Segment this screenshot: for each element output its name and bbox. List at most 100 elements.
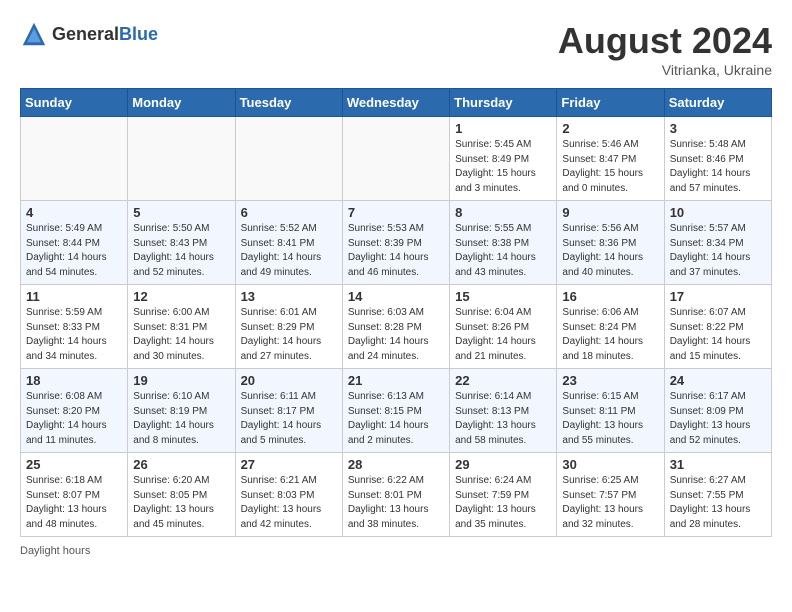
col-thursday: Thursday <box>450 89 557 117</box>
day-info: Sunrise: 6:25 AMSunset: 7:57 PMDaylight:… <box>562 474 658 532</box>
calendar-cell: 29 Sunrise: 6:24 AMSunset: 7:59 PMDayligh… <box>450 453 557 537</box>
calendar-cell: 27Sunrise: 6:21 AMSunset: 8:03 PMDayligh… <box>235 453 342 537</box>
day-number: 28 <box>348 457 444 472</box>
day-info: Sunrise: 6:06 AMSunset: 8:24 PMDaylight:… <box>562 306 658 364</box>
calendar-cell: 17 Sunrise: 6:07 AMSunset: 8:22 PMDayligh… <box>664 285 771 369</box>
day-info: Sunrise: 5:50 AMSunset: 8:43 PMDaylight:… <box>133 222 229 280</box>
calendar-cell: 25Sunrise: 6:18 AMSunset: 8:07 PMDayligh… <box>21 453 128 537</box>
day-info: Sunrise: 6:18 AMSunset: 8:07 PMDaylight:… <box>26 474 122 532</box>
day-number: 29 <box>455 457 551 472</box>
week-row-2: 4Sunrise: 5:49 AMSunset: 8:44 PMDaylight… <box>21 201 772 285</box>
calendar-cell: 18 Sunrise: 6:08 AMSunset: 8:20 PMDayligh… <box>21 369 128 453</box>
calendar-cell: 24Sunrise: 6:17 AMSunset: 8:09 PMDayligh… <box>664 369 771 453</box>
day-info: Sunrise: 6:15 AMSunset: 8:11 PMDaylight:… <box>562 390 658 448</box>
day-info: Sunrise: 5:46 AMSunset: 8:47 PMDaylight:… <box>562 138 658 196</box>
day-info: Sunrise: 6:13 AMSunset: 8:15 PMDaylight:… <box>348 390 444 448</box>
day-info: Sunrise: 5:45 AMSunset: 8:49 PMDaylight:… <box>455 138 551 196</box>
day-number: 22 <box>455 373 551 388</box>
day-number: 10 <box>670 205 766 220</box>
day-info: Sunrise: 5:59 AMSunset: 8:33 PMDaylight:… <box>26 306 122 364</box>
calendar-cell: 10 Sunrise: 5:57 AMSunset: 8:34 PMDayligh… <box>664 201 771 285</box>
calendar-cell: 26 Sunrise: 6:20 AMSunset: 8:05 PMDayligh… <box>128 453 235 537</box>
calendar-cell: 6Sunrise: 5:52 AMSunset: 8:41 PMDaylight… <box>235 201 342 285</box>
day-info: Sunrise: 6:22 AMSunset: 8:01 PMDaylight:… <box>348 474 444 532</box>
col-sunday: Sunday <box>21 89 128 117</box>
col-friday: Friday <box>557 89 664 117</box>
day-info: Sunrise: 6:24 AMSunset: 7:59 PMDaylight:… <box>455 474 551 532</box>
day-number: 19 <box>133 373 229 388</box>
day-info: Sunrise: 6:00 AMSunset: 8:31 PMDaylight:… <box>133 306 229 364</box>
day-number: 20 <box>241 373 337 388</box>
col-monday: Monday <box>128 89 235 117</box>
calendar-cell: 4Sunrise: 5:49 AMSunset: 8:44 PMDaylight… <box>21 201 128 285</box>
col-wednesday: Wednesday <box>342 89 449 117</box>
calendar-cell: 9Sunrise: 5:56 AMSunset: 8:36 PMDaylight… <box>557 201 664 285</box>
day-number: 11 <box>26 289 122 304</box>
calendar-cell: 20 Sunrise: 6:11 AMSunset: 8:17 PMDayligh… <box>235 369 342 453</box>
day-info: Sunrise: 6:11 AMSunset: 8:17 PMDaylight:… <box>241 390 337 448</box>
day-number: 31 <box>670 457 766 472</box>
logo-icon <box>20 20 48 48</box>
logo-text-blue: Blue <box>119 24 158 44</box>
calendar-cell: 2 Sunrise: 5:46 AMSunset: 8:47 PMDaylight… <box>557 117 664 201</box>
calendar-cell: 5Sunrise: 5:50 AMSunset: 8:43 PMDaylight… <box>128 201 235 285</box>
day-number: 14 <box>348 289 444 304</box>
week-row-5: 25Sunrise: 6:18 AMSunset: 8:07 PMDayligh… <box>21 453 772 537</box>
day-info: Sunrise: 6:20 AMSunset: 8:05 PMDaylight:… <box>133 474 229 532</box>
calendar-cell: 8 Sunrise: 5:55 AMSunset: 8:38 PMDaylight… <box>450 201 557 285</box>
day-info: Sunrise: 5:55 AMSunset: 8:38 PMDaylight:… <box>455 222 551 280</box>
day-number: 15 <box>455 289 551 304</box>
day-info: Sunrise: 6:10 AMSunset: 8:19 PMDaylight:… <box>133 390 229 448</box>
day-number: 26 <box>133 457 229 472</box>
day-info: Sunrise: 6:01 AMSunset: 8:29 PMDaylight:… <box>241 306 337 364</box>
day-number: 12 <box>133 289 229 304</box>
calendar-cell: 16Sunrise: 6:06 AMSunset: 8:24 PMDayligh… <box>557 285 664 369</box>
calendar-cell: 21Sunrise: 6:13 AMSunset: 8:15 PMDayligh… <box>342 369 449 453</box>
day-info: Sunrise: 5:53 AMSunset: 8:39 PMDaylight:… <box>348 222 444 280</box>
day-info: Sunrise: 5:48 AMSunset: 8:46 PMDaylight:… <box>670 138 766 196</box>
day-number: 8 <box>455 205 551 220</box>
day-number: 18 <box>26 373 122 388</box>
day-info: Sunrise: 5:57 AMSunset: 8:34 PMDaylight:… <box>670 222 766 280</box>
calendar-cell: 14 Sunrise: 6:03 AMSunset: 8:28 PMDayligh… <box>342 285 449 369</box>
week-row-3: 11 Sunrise: 5:59 AMSunset: 8:33 PMDayligh… <box>21 285 772 369</box>
calendar-cell: 3 Sunrise: 5:48 AMSunset: 8:46 PMDaylight… <box>664 117 771 201</box>
location-subtitle: Vitrianka, Ukraine <box>558 62 772 78</box>
calendar-cell: 31 Sunrise: 6:27 AMSunset: 7:55 PMDayligh… <box>664 453 771 537</box>
day-number: 24 <box>670 373 766 388</box>
day-info: Sunrise: 6:27 AMSunset: 7:55 PMDaylight:… <box>670 474 766 532</box>
page-header: GeneralBlue August 2024 Vitrianka, Ukrai… <box>20 20 772 78</box>
calendar-cell: 12 Sunrise: 6:00 AMSunset: 8:31 PMDayligh… <box>128 285 235 369</box>
day-number: 4 <box>26 205 122 220</box>
calendar-cell <box>21 117 128 201</box>
calendar-cell: 22 Sunrise: 6:14 AMSunset: 8:13 PMDayligh… <box>450 369 557 453</box>
day-number: 30 <box>562 457 658 472</box>
day-info: Sunrise: 6:03 AMSunset: 8:28 PMDaylight:… <box>348 306 444 364</box>
calendar-cell: 30 Sunrise: 6:25 AMSunset: 7:57 PMDayligh… <box>557 453 664 537</box>
day-info: Sunrise: 6:14 AMSunset: 8:13 PMDaylight:… <box>455 390 551 448</box>
logo: GeneralBlue <box>20 20 158 48</box>
calendar-header-row: Sunday Monday Tuesday Wednesday Thursday… <box>21 89 772 117</box>
day-info: Sunrise: 6:08 AMSunset: 8:20 PMDaylight:… <box>26 390 122 448</box>
day-info: Sunrise: 5:56 AMSunset: 8:36 PMDaylight:… <box>562 222 658 280</box>
calendar-cell: 11 Sunrise: 5:59 AMSunset: 8:33 PMDayligh… <box>21 285 128 369</box>
week-row-4: 18 Sunrise: 6:08 AMSunset: 8:20 PMDayligh… <box>21 369 772 453</box>
day-number: 2 <box>562 121 658 136</box>
day-number: 13 <box>241 289 337 304</box>
day-info: Sunrise: 6:04 AMSunset: 8:26 PMDaylight:… <box>455 306 551 364</box>
calendar-cell: 15 Sunrise: 6:04 AMSunset: 8:26 PMDayligh… <box>450 285 557 369</box>
footer-note: Daylight hours <box>20 545 772 557</box>
day-number: 6 <box>241 205 337 220</box>
day-info: Sunrise: 6:07 AMSunset: 8:22 PMDaylight:… <box>670 306 766 364</box>
day-number: 17 <box>670 289 766 304</box>
calendar-cell <box>235 117 342 201</box>
calendar-cell: 1Sunrise: 5:45 AMSunset: 8:49 PMDaylight… <box>450 117 557 201</box>
week-row-1: 1Sunrise: 5:45 AMSunset: 8:49 PMDaylight… <box>21 117 772 201</box>
calendar-cell: 28 Sunrise: 6:22 AMSunset: 8:01 PMDayligh… <box>342 453 449 537</box>
col-tuesday: Tuesday <box>235 89 342 117</box>
calendar-cell: 7Sunrise: 5:53 AMSunset: 8:39 PMDaylight… <box>342 201 449 285</box>
day-number: 27 <box>241 457 337 472</box>
calendar-cell: 13 Sunrise: 6:01 AMSunset: 8:29 PMDayligh… <box>235 285 342 369</box>
calendar-cell: 19 Sunrise: 6:10 AMSunset: 8:19 PMDayligh… <box>128 369 235 453</box>
day-number: 3 <box>670 121 766 136</box>
